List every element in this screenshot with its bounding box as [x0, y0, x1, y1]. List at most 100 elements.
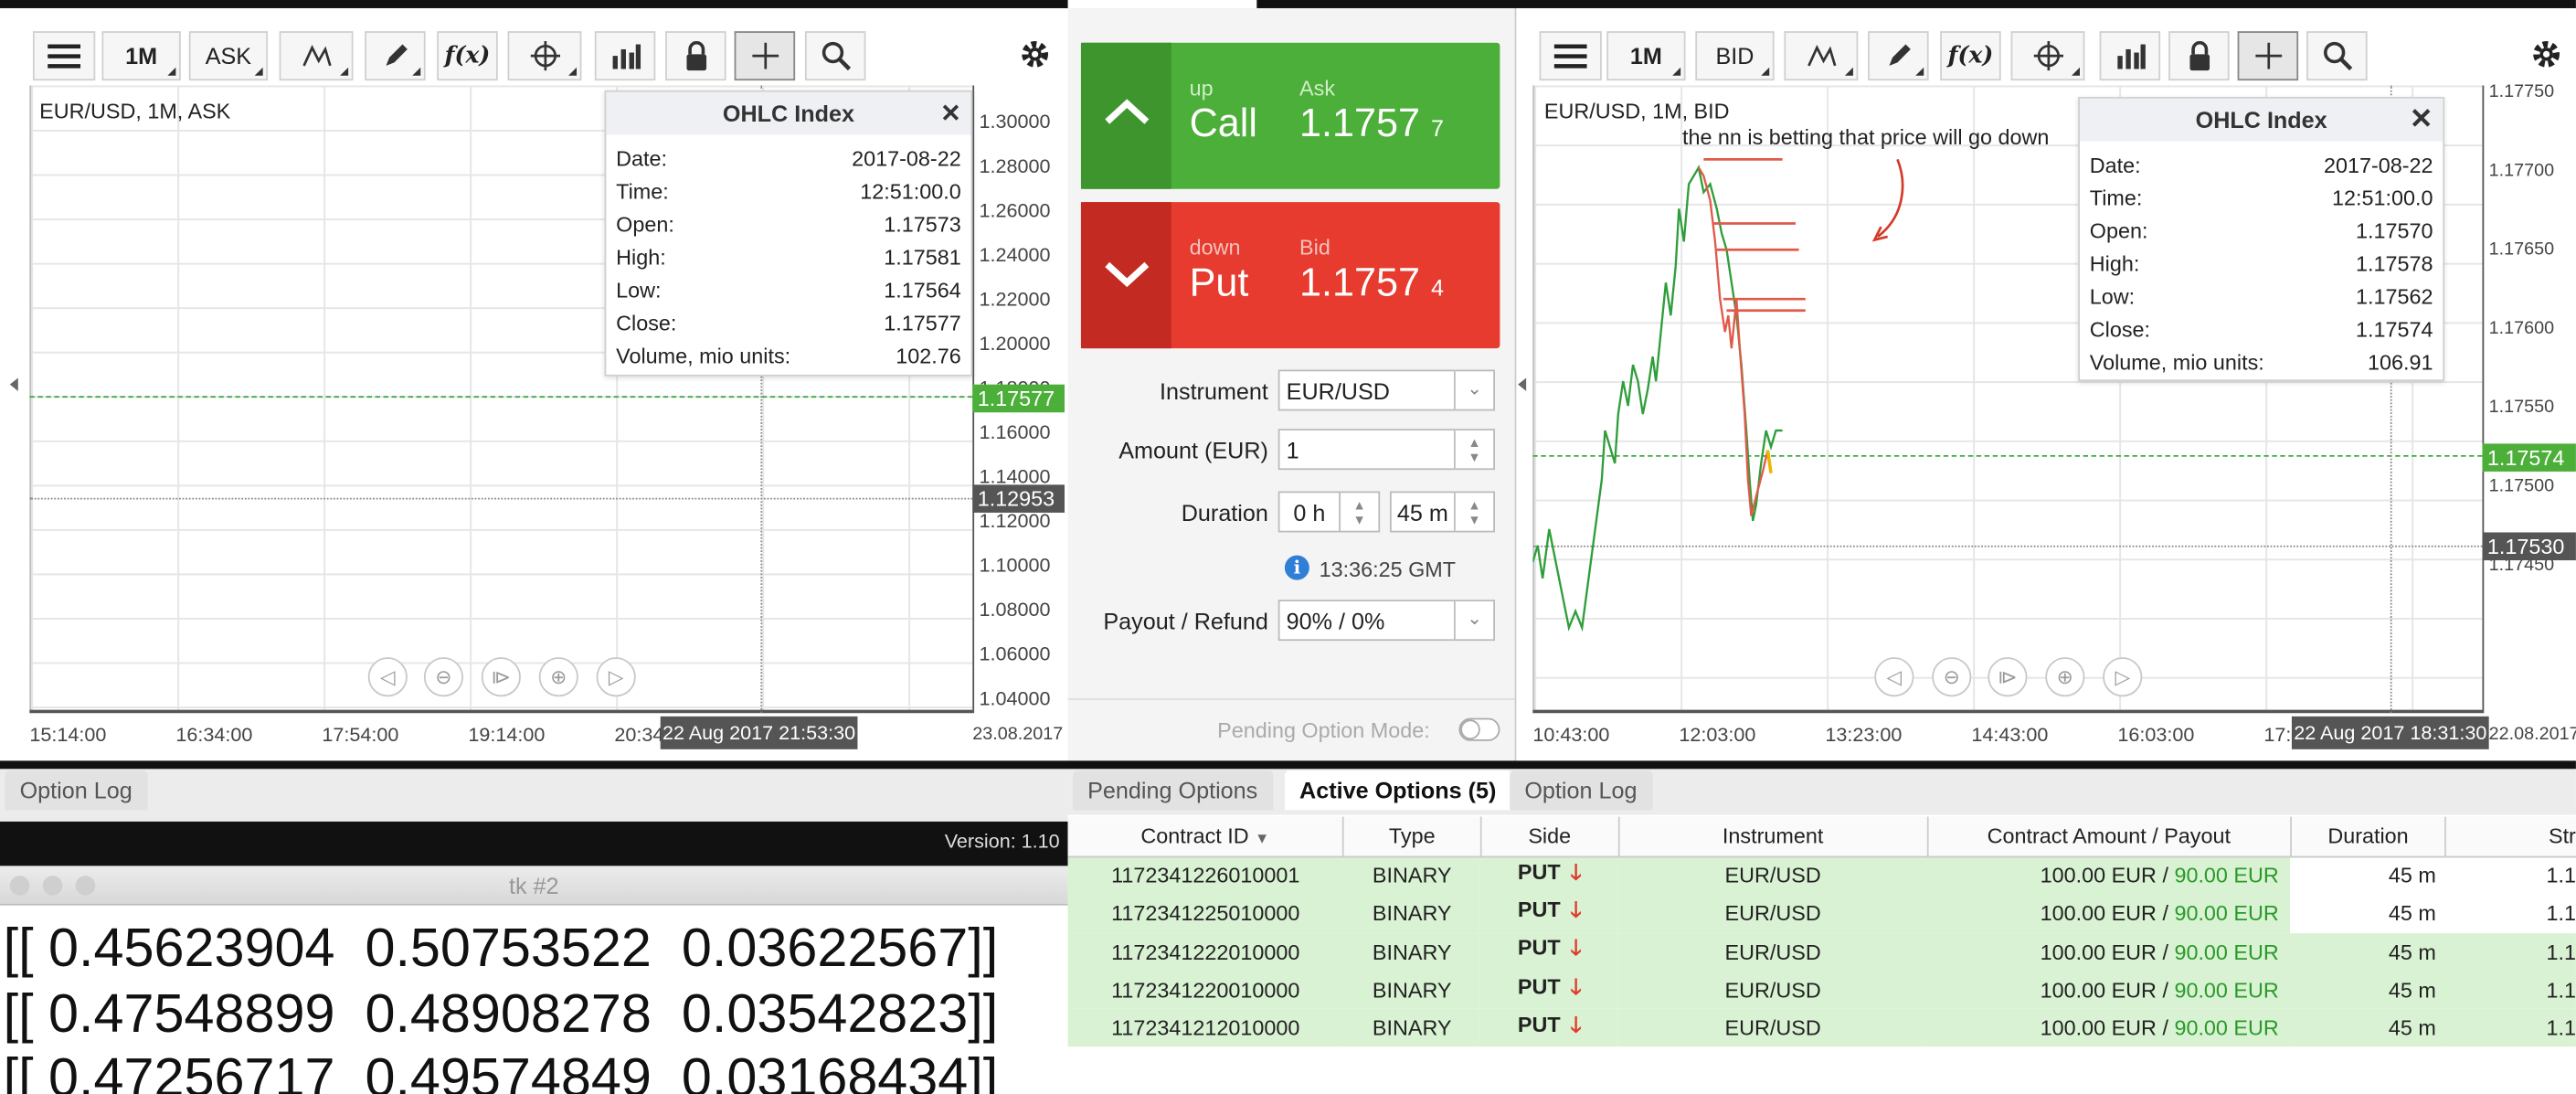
settings-button[interactable]: [1019, 37, 1052, 79]
instrument-dropdown[interactable]: ⌄: [1455, 369, 1495, 411]
duration-hours-stepper[interactable]: ▲ ▼: [1341, 491, 1381, 533]
right-collapse-icon[interactable]: [1518, 377, 1527, 391]
strike-cell: 1.1: [2445, 894, 2576, 933]
table-row[interactable]: 1172341212010000 BINARY PUT 🡓 EUR/USD 100.00 …: [1067, 1009, 2576, 1048]
close-icon[interactable]: ✕: [2410, 103, 2433, 136]
tab-pending-options[interactable]: Pending Options: [1072, 770, 1273, 811]
ohlc-value: 1.17562: [2356, 283, 2433, 309]
duration-minutes-stepper[interactable]: ▲ ▼: [1455, 491, 1495, 533]
hamburger-icon: [48, 44, 81, 69]
scroll-right-button[interactable]: ▷: [596, 657, 636, 697]
zoom-icon: [2323, 41, 2352, 71]
zoom-in-button-right[interactable]: ⊕: [2045, 657, 2085, 697]
col-contract-id[interactable]: Contract ID ▼: [1067, 816, 1344, 857]
table-row[interactable]: 1172341226010001 BINARY PUT 🡓 EUR/USD 100.00 …: [1067, 855, 2576, 895]
crosshair-target-button-right[interactable]: [2010, 31, 2085, 81]
scroll-left-button[interactable]: ◁: [367, 657, 408, 697]
table-row[interactable]: 1172341222010000 BINARY PUT 🡓 EUR/USD 100.00 …: [1067, 932, 2576, 972]
y-tick-label: 1.17750: [2488, 81, 2555, 102]
ohlc-value: 1.17573: [884, 211, 961, 236]
zoom-out-button[interactable]: ⊖: [423, 657, 463, 697]
separator: /: [2156, 1015, 2175, 1041]
instrument-cell: EUR/USD: [1618, 932, 1928, 972]
menu-button-right[interactable]: [1539, 31, 1602, 81]
zoom-button-right[interactable]: [2306, 31, 2368, 81]
y-tick-label: 1.17600: [2488, 318, 2555, 339]
amount-input[interactable]: 1: [1277, 429, 1456, 471]
tab-option-log[interactable]: Option Log: [1510, 770, 1652, 811]
lock-button[interactable]: [665, 31, 726, 81]
crosshair-button[interactable]: [734, 31, 796, 81]
zoom-in-button[interactable]: ⊕: [538, 657, 578, 697]
volume-button[interactable]: [594, 31, 656, 81]
tab-active-options[interactable]: Active Options (5): [1284, 770, 1511, 811]
payout-dropdown[interactable]: ⌄: [1455, 600, 1495, 642]
payout-value: 90.00 EUR: [2174, 863, 2279, 888]
tab-option-log-left[interactable]: Option Log: [5, 770, 147, 811]
active-options-table: Contract ID ▼ Type Side Instrument Contr…: [1067, 816, 2576, 1048]
crosshair-button-right[interactable]: [2237, 31, 2299, 81]
amount-stepper[interactable]: ▲ ▼: [1455, 429, 1495, 471]
bid-label: Bid: [1299, 235, 1330, 260]
amount-value: 100.00 EUR: [2040, 939, 2157, 964]
scroll-left-button-right[interactable]: ◁: [1874, 657, 1914, 697]
ohlc-value: 1.17564: [884, 276, 961, 302]
lock-button-right[interactable]: [2168, 31, 2230, 81]
duration-minutes-input[interactable]: 45 m: [1389, 491, 1456, 533]
ohlc-header: OHLC Index ✕: [2080, 98, 2443, 142]
zoom-button[interactable]: [804, 31, 866, 81]
duration-hours-input[interactable]: 0 h: [1277, 491, 1341, 533]
draw-button-right[interactable]: [1868, 31, 1929, 81]
payout-select[interactable]: 90% / 0%: [1277, 600, 1456, 642]
price-type-button-right[interactable]: BID: [1695, 31, 1775, 81]
y-tick-label: 1.06000: [979, 642, 1051, 666]
settings-button-right[interactable]: [2530, 37, 2563, 79]
indicators-button[interactable]: f(x): [437, 31, 498, 81]
table-header: Contract ID ▼ Type Side Instrument Contr…: [1067, 816, 2576, 857]
amount-payout-cell: 100.00 EUR / 90.00 EUR: [1927, 894, 2291, 933]
col-side[interactable]: Side: [1480, 816, 1619, 857]
chart-type-button[interactable]: [279, 31, 354, 81]
x-tick-label: 19:14:00: [468, 723, 546, 747]
fit-button[interactable]: ⧐: [481, 657, 521, 697]
col-type[interactable]: Type: [1342, 816, 1482, 857]
price-type-button[interactable]: ASK: [188, 31, 269, 81]
left-cursor-time-tag: 22 Aug 2017 21:53:30: [660, 716, 858, 749]
y-tick-label: 1.08000: [979, 598, 1051, 621]
zoom-out-button-right[interactable]: ⊖: [1932, 657, 1972, 697]
tk-output: [[ 0.45623904 0.50753522 0.03622567]] [[…: [0, 907, 1068, 1094]
pending-mode-label: Pending Option Mode:: [1217, 717, 1430, 743]
table-row[interactable]: 1172341220010000 BINARY PUT 🡓 EUR/USD 100.00 …: [1067, 971, 2576, 1010]
volume-button-right[interactable]: [2099, 31, 2161, 81]
close-icon[interactable]: ✕: [940, 99, 961, 129]
call-button[interactable]: up Call Ask 1.1757 7: [1080, 42, 1500, 189]
period-button-right[interactable]: 1M: [1606, 31, 1686, 81]
instrument-select[interactable]: EUR/USD: [1277, 369, 1456, 411]
pencil-icon: [385, 44, 407, 66]
up-arrow-icon: ▲: [1468, 434, 1481, 450]
pending-mode-toggle[interactable]: [1458, 717, 1500, 741]
payout-value: 90.00 EUR: [2174, 939, 2279, 964]
panel-separator: [0, 760, 2576, 770]
chart-type-button-right[interactable]: [1784, 31, 1859, 81]
top-bar-right: [1256, 0, 2576, 8]
period-label: 1M: [125, 42, 158, 69]
put-button[interactable]: down Put Bid 1.1757 4: [1080, 202, 1500, 349]
chevron-up-icon: [1105, 99, 1150, 124]
indicators-button-right[interactable]: f(x): [1940, 31, 2001, 81]
left-collapse-icon[interactable]: [9, 377, 18, 391]
col-duration[interactable]: Duration: [2290, 816, 2447, 857]
fit-button-right[interactable]: ⧐: [1988, 657, 2028, 697]
period-button[interactable]: 1M: [101, 31, 181, 81]
menu-button[interactable]: [32, 31, 96, 81]
col-amount-payout[interactable]: Contract Amount / Payout: [1927, 816, 2292, 857]
side-label: PUT: [1517, 935, 1561, 961]
col-instrument[interactable]: Instrument: [1618, 816, 1929, 857]
col-strike[interactable]: Str: [2445, 816, 2576, 857]
scroll-right-button-right[interactable]: ▷: [2103, 657, 2143, 697]
draw-button[interactable]: [365, 31, 426, 81]
separator: /: [2156, 977, 2175, 1003]
table-row[interactable]: 1172341225010000 BINARY PUT 🡓 EUR/USD 100.00 …: [1067, 894, 2576, 933]
crosshair-target-button[interactable]: [507, 31, 582, 81]
line-chart-icon: [1807, 45, 1836, 67]
